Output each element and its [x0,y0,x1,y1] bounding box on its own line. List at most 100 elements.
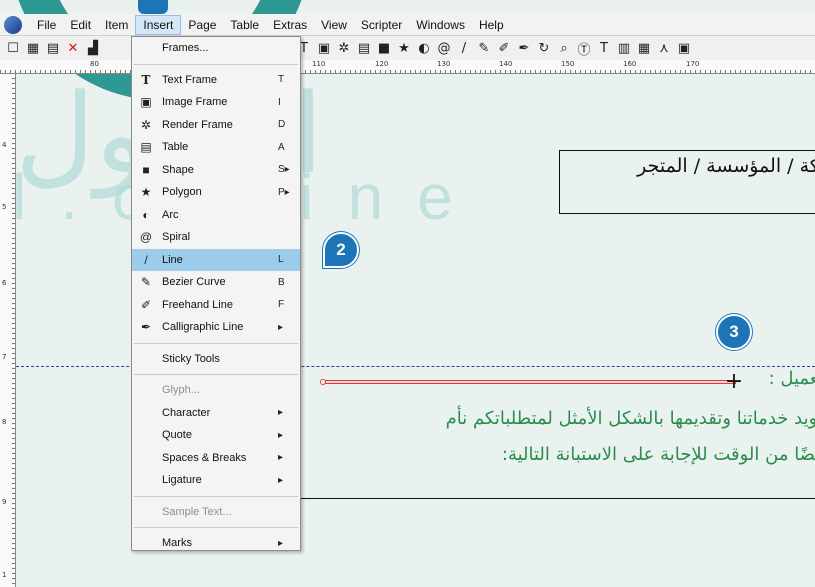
line-icon: / [144,252,148,267]
spiral-tool-icon[interactable]: @ [435,39,453,57]
menu-polygon[interactable]: ★ Polygon P▸ [132,181,300,204]
image-frame-icon: ▣ [140,95,152,110]
menu-spaces-breaks[interactable]: Spaces & Breaks ▸ [132,447,300,470]
polygon-icon: ★ [140,185,152,200]
insert-menu: Frames... T Text Frame T ▣ Image Frame I… [131,36,301,551]
open-icon[interactable]: ▦ [24,39,42,57]
submenu-arrow-icon: ▸ [278,537,284,549]
menu-separator [134,495,298,497]
menu-spiral[interactable]: @ Spiral [132,226,300,249]
submenu-arrow-icon: ▸ [278,429,284,441]
render-tool-icon[interactable]: ✲ [335,39,353,57]
menu-bezier-curve[interactable]: ✎ Bezier Curve B [132,271,300,294]
freehand-tool-icon[interactable]: ✐ [495,39,513,57]
menu-insert[interactable]: Insert [135,14,182,35]
menu-item[interactable]: Item [98,16,135,34]
ruler-tick: 80 [90,60,99,68]
menu-scripter[interactable]: Scripter [354,16,409,34]
menu-freehand-line[interactable]: ✐ Freehand Line F [132,294,300,317]
close-icon[interactable]: ✕ [64,39,82,57]
menu-edit[interactable]: Edit [63,16,98,34]
ruler-tick: 6 [2,279,7,287]
menu-sample-text: Sample Text... [162,505,232,518]
calligraphic-brush-icon: ✒ [140,320,152,335]
ruler-tick: 7 [2,353,7,361]
arc-icon: ◐ [142,207,150,222]
zoom-tool-icon[interactable]: ⌕ [555,39,573,57]
menu-table[interactable]: Table [223,16,266,34]
edit-text-icon[interactable]: Ⓣ [575,39,593,58]
ruler-tick: 1 [2,571,7,579]
menu-ligature[interactable]: Ligature ▸ [132,469,300,492]
shape-tool-icon[interactable]: ■ [375,39,393,57]
measure-icon[interactable]: ⋏ [655,39,673,57]
body-line-3: بعضًا من الوقت للإجابة على الاستبانة الت… [501,444,815,465]
menu-calligraphic-line[interactable]: ✒ Calligraphic Line ▸ [132,316,300,339]
spiral-icon: @ [139,230,153,245]
ruler-tick: 110 [312,60,326,68]
menu-shape[interactable]: ■ Shape S▸ [132,159,300,182]
ruler-tick: 4 [2,141,7,149]
horizontal-ruler: 80 110 120 130 140 150 160 170 [0,60,815,74]
app-icon [4,15,22,34]
menu-marks[interactable]: Marks ▸ [132,532,300,555]
menu-table[interactable]: ▤ Table A [132,136,300,159]
polygon-tool-icon[interactable]: ★ [395,39,413,57]
crosshair-cursor-icon: + [724,369,744,394]
line-tool-icon[interactable]: / [455,39,473,57]
company-text-frame[interactable]: ركة / المؤسسة / المتجر [559,150,815,214]
submenu-arrow-icon: ▸ [278,452,284,464]
menu-page[interactable]: Page [181,16,223,34]
callout-3: 3 [716,314,752,350]
print-icon[interactable]: ▟ [84,39,102,57]
menu-help[interactable]: Help [472,16,511,34]
menu-character[interactable]: Character ▸ [132,402,300,425]
menu-windows[interactable]: Windows [409,16,472,34]
arc-tool-icon[interactable]: ◐ [415,39,433,57]
table-tool-icon[interactable]: ▤ [355,39,373,57]
menu-separator [134,527,298,528]
line-start-handle[interactable] [320,379,326,385]
body-line-2: جويد خدماتنا وتقديمها بالشكل الأمثل لمتط… [445,408,815,429]
menu-image-frame[interactable]: ▣ Image Frame I [132,91,300,114]
copy-props-icon[interactable]: ▣ [675,39,693,57]
menu-file[interactable]: File [30,16,63,34]
ruler-tick: 150 [561,60,575,68]
menu-sticky-tools[interactable]: Sticky Tools [132,348,300,371]
drawn-line[interactable] [323,380,736,384]
save-icon[interactable]: ▤ [44,39,62,57]
rotate-tool-icon[interactable]: ↻ [535,39,553,57]
customer-label: العميل : [768,368,815,389]
menu-glyph: Glyph... [162,384,200,397]
ruler-tick: 8 [2,418,7,426]
menu-line[interactable]: / Line L [132,248,300,271]
link-frames-icon[interactable]: ▥ [615,39,633,57]
ruler-tick: 160 [623,60,637,68]
calligraphic-tool-icon[interactable]: ✒ [515,39,533,57]
new-doc-icon[interactable]: ☐ [4,39,22,57]
menu-text-frame[interactable]: T Text Frame T [132,69,300,92]
shape-icon: ■ [142,162,150,177]
text-frame-icon: T [141,72,151,87]
ruler-tick: 120 [375,60,389,68]
company-text: ركة / المؤسسة / المتجر [637,155,815,177]
story-editor-icon[interactable]: T [595,39,613,57]
table-icon: ▤ [140,140,152,155]
image-tool-icon[interactable]: ▣ [315,39,333,57]
submenu-arrow-icon: ▸ [278,407,284,419]
bezier-tool-icon[interactable]: ✎ [475,39,493,57]
ruler-tick: 9 [2,498,7,506]
menu-extras[interactable]: Extras [266,16,314,34]
callout-2: 2 [323,232,359,268]
menu-frames[interactable]: Frames... [132,37,300,60]
unlink-frames-icon[interactable]: ▦ [635,39,653,57]
ruler-tick: 5 [2,203,7,211]
ruler-tick: 130 [437,60,451,68]
menu-quote[interactable]: Quote ▸ [132,424,300,447]
menu-render-frame[interactable]: ✲ Render Frame D [132,114,300,137]
menu-separator [134,63,298,65]
menu-arc[interactable]: ◐ Arc [132,204,300,227]
freehand-pencil-icon: ✐ [140,297,152,312]
callout-1-marker [138,0,168,14]
menu-view[interactable]: View [314,16,354,34]
